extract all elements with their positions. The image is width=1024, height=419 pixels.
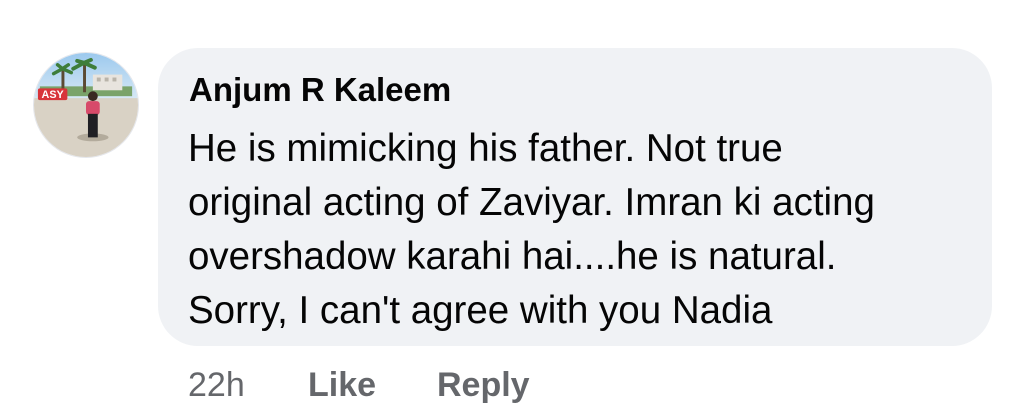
comment-line: overshadow karahi hai....he is natural.	[188, 235, 837, 278]
avatar-photo-icon: ASY	[34, 53, 138, 157]
comment-line: original acting of Zaviyar. Imran ki act…	[188, 181, 875, 224]
like-button[interactable]: Like	[308, 360, 376, 410]
comment-line: Sorry, I can't agree with you Nadia	[188, 289, 773, 332]
svg-text:ASY: ASY	[42, 89, 65, 101]
comment-actions: 22h Like Reply	[0, 360, 1024, 410]
comment-body: He is mimicking his father. Not true ori…	[188, 122, 978, 338]
reply-button[interactable]: Reply	[437, 360, 530, 410]
comment-thread: ASY Anjum R Kaleem He is mimicking his f…	[0, 0, 1024, 419]
comment-timestamp[interactable]: 22h	[188, 360, 245, 410]
comment-author-name[interactable]: Anjum R Kaleem	[189, 70, 451, 110]
avatar[interactable]: ASY	[33, 52, 139, 158]
comment-line: He is mimicking his father. Not true	[188, 127, 783, 170]
